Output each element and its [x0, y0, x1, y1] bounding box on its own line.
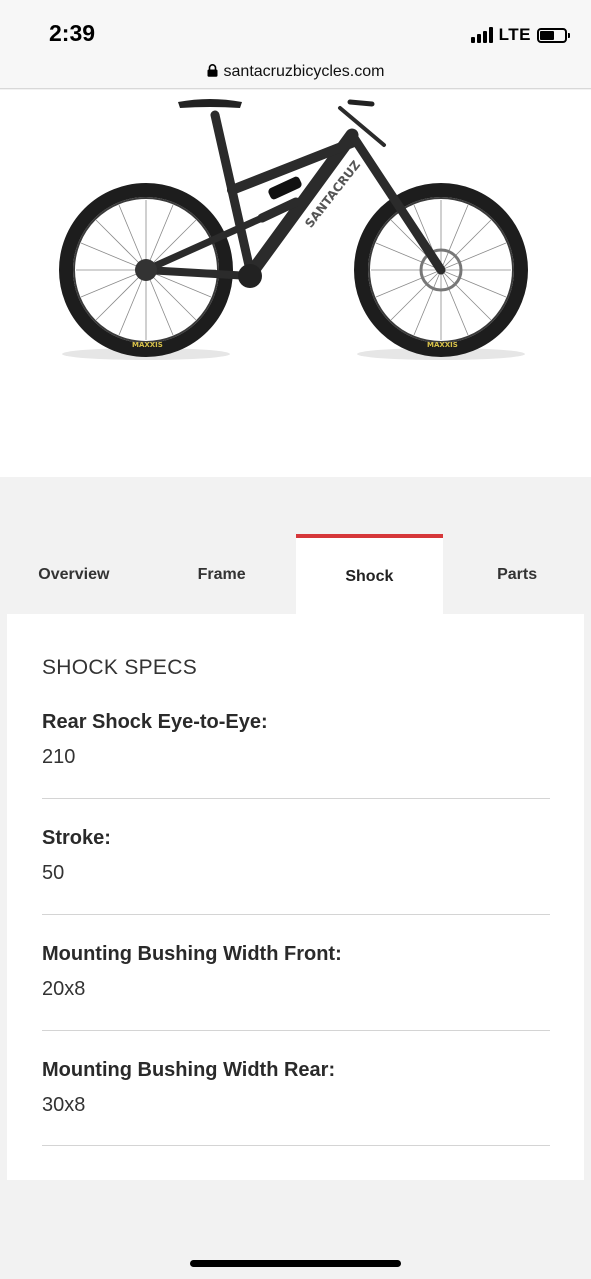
tab-frame[interactable]: Frame — [148, 534, 296, 614]
status-bar: 2:39 LTE — [0, 0, 591, 60]
network-type: LTE — [498, 25, 531, 44]
tab-shock[interactable]: Shock — [295, 534, 444, 614]
bike-image: MAXXIS MAXXIS SANTACRUZ — [59, 99, 528, 360]
spec-label: Stroke: — [42, 827, 111, 849]
home-indicator[interactable] — [190, 1260, 401, 1267]
spec-row-eye-to-eye: Rear Shock Eye-to-Eye: 210 — [42, 711, 550, 799]
spec-row-bushing-rear: Mounting Bushing Width Rear: 30x8 — [42, 1059, 550, 1146]
signal-icon — [470, 27, 493, 43]
svg-text:MAXXIS: MAXXIS — [427, 341, 458, 349]
spec-value: 20x8 — [42, 978, 86, 1000]
spec-label: Mounting Bushing Width Rear: — [42, 1059, 336, 1081]
address-bar[interactable]: santacruzbicycles.com — [0, 55, 591, 89]
lock-icon — [207, 64, 218, 77]
spec-row-stroke: Stroke: 50 — [42, 827, 550, 915]
product-image: MAXXIS MAXXIS SANTACRUZ — [0, 90, 591, 477]
spec-value: 30x8 — [42, 1094, 86, 1116]
url-text: santacruzbicycles.com — [223, 62, 385, 80]
battery-icon — [537, 27, 570, 43]
spec-label: Mounting Bushing Width Front: — [42, 943, 342, 965]
status-indicators: LTE — [470, 24, 570, 46]
status-time: 2:39 — [49, 20, 96, 46]
specs-title: SHOCK SPECS — [42, 656, 198, 679]
tab-parts[interactable]: Parts — [443, 534, 591, 614]
svg-text:MAXXIS: MAXXIS — [132, 341, 163, 349]
shock-specs-card: SHOCK SPECS Rear Shock Eye-to-Eye: 210 S… — [7, 614, 584, 1180]
spec-label: Rear Shock Eye-to-Eye: — [42, 711, 268, 733]
spec-tabs: Overview Frame Shock Parts — [0, 534, 591, 614]
tab-overview[interactable]: Overview — [0, 534, 148, 614]
spec-value: 210 — [42, 746, 76, 768]
spec-value: 50 — [42, 862, 65, 884]
spec-row-bushing-front: Mounting Bushing Width Front: 20x8 — [42, 943, 550, 1031]
